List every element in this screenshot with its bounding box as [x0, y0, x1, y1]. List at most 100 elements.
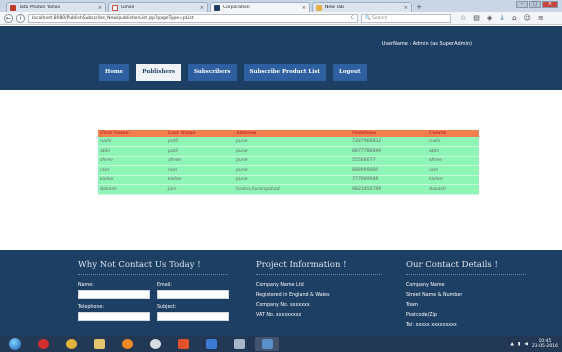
yahoo-icon — [10, 4, 16, 11]
table-cell: shree — [166, 156, 234, 166]
browser-tab[interactable]: Gmail × — [108, 2, 208, 12]
tray-arrow-icon[interactable]: ▲ — [510, 342, 513, 347]
reload-icon[interactable]: C — [351, 15, 354, 22]
taskbar-app[interactable] — [199, 337, 223, 351]
table-cell: pune — [234, 137, 350, 147]
volume-icon[interactable]: ◀ — [524, 342, 527, 347]
start-button[interactable] — [3, 337, 27, 351]
table-cell: 888999000 — [350, 165, 427, 176]
details-line: Town — [406, 303, 419, 308]
contact-title: Why Not Contact Us Today ! — [78, 260, 228, 275]
taskbar-app[interactable] — [171, 337, 195, 351]
home-icon[interactable]: ⌂ — [512, 14, 516, 22]
download-icon[interactable]: ↓ — [499, 14, 505, 22]
close-tab-icon[interactable]: × — [98, 5, 102, 11]
table-header-row: First Name Last Name Address Mobileno Us… — [98, 130, 479, 137]
telephone-field[interactable] — [78, 312, 150, 321]
media-player-icon — [121, 339, 133, 349]
subject-field[interactable] — [157, 312, 229, 321]
taskbar-app[interactable] — [227, 337, 251, 351]
table-cell: Aakash — [427, 184, 479, 195]
column-header: Address — [234, 130, 350, 137]
gmail-icon — [112, 4, 118, 11]
table-cell: abhi — [427, 146, 479, 157]
details-line: Street Name & Number — [406, 293, 463, 298]
table-cell: 9823456789 — [350, 184, 427, 195]
browser-tab[interactable]: New Tab × — [312, 2, 412, 12]
minimize-icon[interactable]: – — [516, 1, 528, 8]
taskbar-app[interactable] — [143, 337, 167, 351]
table-cell: pune — [234, 165, 350, 176]
site-footer: Why Not Contact Us Today ! Name: Email: … — [0, 250, 562, 336]
project-line: Registered in England & Wales — [256, 293, 330, 298]
project-info-section: Project Information ! Company Name Ltd R… — [256, 260, 382, 323]
project-line: VAT No. xxxxxxxxx — [256, 313, 302, 318]
windows-logo-icon — [9, 338, 21, 350]
table-row: ram ram pune 888999000 ram — [98, 165, 479, 176]
column-header: Mobileno — [350, 130, 427, 137]
details-line: Tel: xxxxx xxxxxxxxx — [406, 323, 457, 328]
table-cell: kishor — [166, 175, 234, 185]
taskbar-app-open[interactable] — [255, 337, 279, 351]
close-tab-icon[interactable]: × — [302, 5, 306, 11]
user-info: UserName : Admin (as SuperAdmin) — [381, 41, 472, 47]
close-window-icon[interactable]: × — [542, 1, 558, 8]
pocket-icon[interactable]: ◈ — [487, 14, 492, 22]
browser-tab-active[interactable]: Corporation × — [210, 2, 310, 12]
name-field[interactable] — [78, 290, 150, 299]
opera-icon — [37, 339, 49, 349]
menu-publishers[interactable]: Publishers — [136, 64, 181, 81]
table-cell: patil — [166, 137, 234, 147]
menu-subscribe-product-list[interactable]: Subscribe Product List — [243, 64, 326, 81]
clock[interactable]: 10:45 23-05-2016 — [532, 339, 558, 349]
menu-logout[interactable]: Logout — [332, 64, 367, 81]
app-icon — [205, 339, 217, 349]
publishers-table: First Name Last Name Address Mobileno Us… — [98, 130, 479, 195]
project-line: Company No. xxxxxxx — [256, 303, 310, 308]
system-tray: ▲ ▮ ◀ 10:45 23-05-2016 — [510, 339, 562, 349]
search-input[interactable]: 🔍 Search — [361, 13, 451, 23]
table-cell: patil — [166, 146, 234, 157]
new-tab-button[interactable]: + — [414, 4, 424, 12]
browser-tab-strip: Tata Photon Yahoo × Gmail × Corporation … — [0, 0, 562, 12]
table-row: kishor kishor pune 777889988 kishor — [98, 175, 479, 185]
taskbar-app[interactable] — [31, 337, 55, 351]
browser-icon — [149, 339, 161, 349]
menu-subscribers[interactable]: Subscribers — [187, 64, 237, 81]
table-row: Aakash Jain hadco,Aurangabad 9823456789 … — [98, 184, 479, 195]
table-cell: pune — [234, 175, 350, 185]
taskbar-app[interactable] — [115, 337, 139, 351]
browser-tab-label: Gmail — [121, 5, 135, 10]
close-tab-icon[interactable]: × — [200, 5, 204, 11]
bookmark-star-icon[interactable]: ☆ — [460, 14, 466, 22]
tool-icon — [233, 339, 245, 349]
contact-form-section: Why Not Contact Us Today ! Name: Email: … — [78, 260, 229, 327]
url-bar[interactable]: localhost:8080/PublishSubscribe_New/publ… — [28, 13, 358, 23]
subject-label: Subject: — [157, 305, 177, 310]
page-icon — [214, 4, 220, 11]
table-row: abhi patil pune 8877788899 abhi — [98, 146, 479, 157]
close-tab-icon[interactable]: × — [404, 5, 408, 11]
browser-tab[interactable]: Tata Photon Yahoo × — [6, 2, 106, 12]
taskbar-app[interactable] — [87, 337, 111, 351]
table-cell: shree — [98, 156, 166, 166]
table-cell: rushi — [98, 137, 166, 147]
contact-details-section: Our Contact Details ! Company Name Stree… — [406, 260, 526, 333]
browser-tab-label: New Tab — [325, 5, 344, 10]
table-row: rushi patil pune 7387968832 rushi — [98, 137, 479, 147]
table-cell: kishor — [427, 175, 479, 185]
clock-date: 23-05-2016 — [531, 344, 558, 349]
menu-home[interactable]: Home — [99, 64, 130, 81]
reading-list-icon[interactable]: ▤ — [473, 14, 480, 22]
site-info-icon[interactable]: i — [16, 13, 25, 23]
maximize-icon[interactable]: □ — [529, 1, 541, 8]
name-label: Name: — [78, 283, 94, 288]
smiley-icon[interactable]: ☺ — [524, 14, 531, 22]
table-cell: Aakash — [98, 184, 166, 195]
back-icon[interactable]: ← — [4, 13, 13, 23]
new-tab-icon — [316, 4, 322, 11]
email-field[interactable] — [157, 290, 229, 299]
network-icon[interactable]: ▮ — [518, 342, 520, 347]
taskbar-app[interactable] — [59, 337, 83, 351]
menu-icon[interactable]: ≡ — [538, 14, 544, 22]
